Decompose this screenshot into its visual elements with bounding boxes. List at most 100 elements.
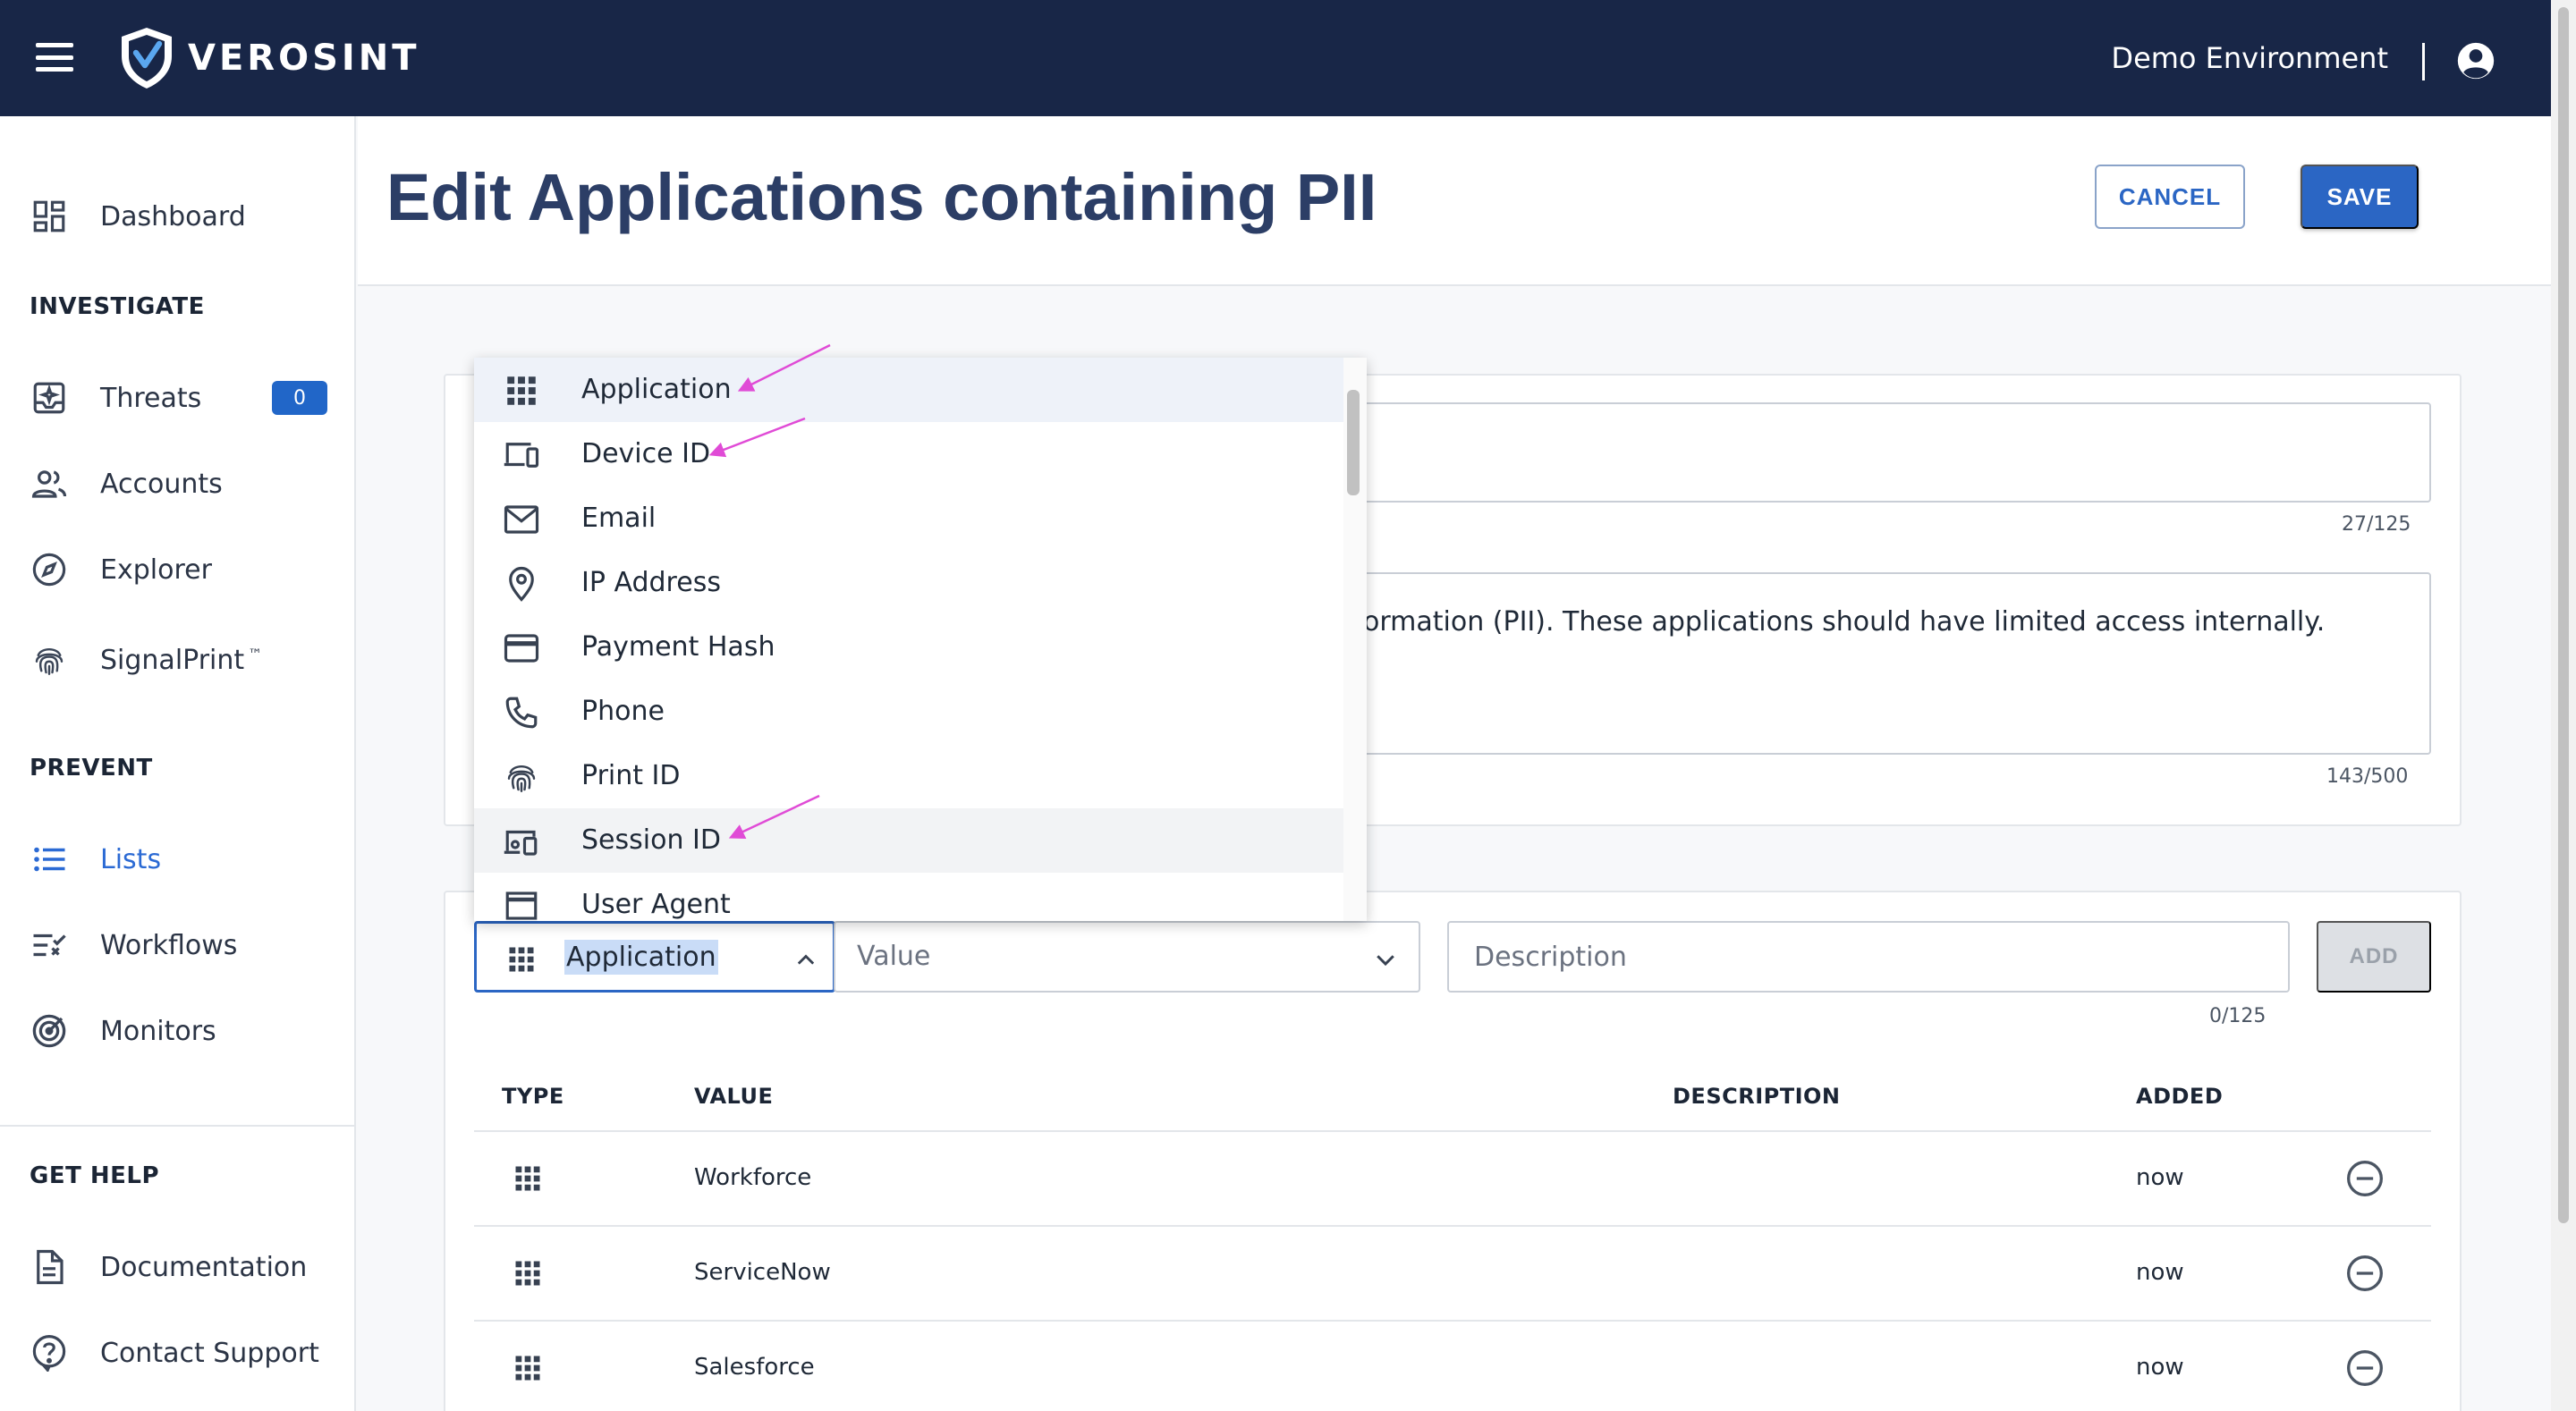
value-placeholder: Value <box>857 941 931 972</box>
page-header: Edit Applications containing PII CANCEL … <box>358 116 2551 286</box>
description-char-count: 143/500 <box>2326 765 2409 788</box>
section-get-help: GET HELP <box>30 1162 160 1189</box>
sidebar-item-contact-support[interactable]: Contact Support <box>0 1317 354 1389</box>
chevron-up-icon[interactable] <box>793 947 818 972</box>
row-divider <box>474 1320 2431 1322</box>
entry-description-count: 0/125 <box>2209 1005 2267 1027</box>
dashboard-icon <box>33 200 65 232</box>
sidebar-item-label: Documentation <box>100 1251 308 1283</box>
signalprint-text: SignalPrint <box>100 644 245 676</box>
column-header-value[interactable]: VALUE <box>694 1084 773 1109</box>
sidebar-item-label: Contact Support <box>100 1337 319 1369</box>
sidebar-item-dashboard[interactable]: Dashboard <box>0 181 354 252</box>
sidebar-item-monitors[interactable]: Monitors <box>0 995 354 1067</box>
sidebar-item-threats[interactable]: Threats 0 <box>0 362 354 434</box>
column-header-added[interactable]: ADDED <box>2136 1084 2223 1109</box>
add-button[interactable]: ADD <box>2317 921 2431 993</box>
remove-circle-icon[interactable] <box>2345 1254 2385 1293</box>
column-header-description[interactable]: DESCRIPTION <box>1673 1084 1841 1109</box>
sidebar-item-lists[interactable]: Lists <box>0 824 354 895</box>
hamburger-menu-icon[interactable] <box>36 43 73 72</box>
cancel-button[interactable]: CANCEL <box>2095 165 2245 229</box>
option-label: Device ID <box>581 438 711 469</box>
column-header-type[interactable]: TYPE <box>502 1084 564 1109</box>
row-added: now <box>2136 1164 2184 1191</box>
table-header-divider <box>474 1130 2431 1132</box>
list-description-field[interactable] <box>1363 572 2431 755</box>
page-scrollbar-thumb[interactable] <box>2558 7 2569 1223</box>
row-value: Workforce <box>694 1164 812 1191</box>
name-char-count: 27/125 <box>2342 513 2411 536</box>
value-select[interactable]: Value <box>834 921 1420 993</box>
dropdown-option-print-id[interactable]: Print ID <box>474 744 1343 808</box>
row-added: now <box>2136 1354 2184 1381</box>
topbar-divider <box>2422 43 2425 80</box>
option-label: Phone <box>581 696 665 727</box>
option-label: User Agent <box>581 889 731 920</box>
option-label: Session ID <box>581 824 721 856</box>
list-icon <box>34 847 65 872</box>
sidebar-item-documentation[interactable]: Documentation <box>0 1231 354 1303</box>
browser-window-icon <box>505 891 538 920</box>
sidebar: Dashboard INVESTIGATE Threats 0 Accounts… <box>0 116 356 1411</box>
type-select[interactable]: Application <box>474 921 835 993</box>
dropdown-option-phone[interactable]: Phone <box>474 680 1343 744</box>
dropdown-option-payment-hash[interactable]: Payment Hash <box>474 615 1343 680</box>
chevron-down-icon[interactable] <box>1372 946 1399 973</box>
document-icon <box>37 1249 64 1285</box>
top-bar: VEROSINT Demo Environment <box>0 0 2551 116</box>
sidebar-item-label: Accounts <box>100 468 223 500</box>
sidebar-item-label: Dashboard <box>100 200 246 232</box>
row-value: ServiceNow <box>694 1259 831 1286</box>
grid-icon <box>503 372 540 410</box>
option-label: Print ID <box>581 760 681 791</box>
accounts-icon <box>31 470 67 498</box>
dropdown-option-device-id[interactable]: Device ID <box>474 422 1343 486</box>
account-avatar-icon[interactable] <box>2456 41 2496 80</box>
credit-card-icon <box>504 634 539 663</box>
sidebar-item-accounts[interactable]: Accounts <box>0 448 354 520</box>
dropdown-option-email[interactable]: Email <box>474 486 1343 551</box>
phone-icon <box>505 697 538 729</box>
sidebar-item-label: Threats <box>100 382 202 414</box>
remove-circle-icon[interactable] <box>2345 1348 2385 1388</box>
section-prevent: PREVENT <box>30 755 153 782</box>
dropdown-option-user-agent[interactable]: User Agent <box>474 873 1343 921</box>
monitors-icon <box>32 1014 66 1048</box>
list-name-field[interactable] <box>1363 402 2431 503</box>
mail-icon <box>504 505 539 534</box>
dropdown-scrollbar-thumb[interactable] <box>1347 390 1360 495</box>
save-button[interactable]: SAVE <box>2301 165 2419 229</box>
sidebar-item-label: Lists <box>100 843 162 875</box>
row-divider <box>474 1225 2431 1227</box>
remove-circle-icon[interactable] <box>2345 1159 2385 1198</box>
threats-icon <box>33 382 65 414</box>
session-devices-icon <box>504 830 538 856</box>
grid-icon <box>512 1257 544 1289</box>
row-value: Salesforce <box>694 1354 815 1381</box>
grid-icon <box>505 943 538 976</box>
sidebar-item-label: Explorer <box>100 553 212 586</box>
dropdown-option-application[interactable]: Application <box>474 358 1343 422</box>
devices-icon <box>504 443 539 468</box>
option-label: Payment Hash <box>581 631 775 663</box>
environment-label[interactable]: Demo Environment <box>2111 41 2388 75</box>
dropdown-option-session-id[interactable]: Session ID <box>474 808 1343 873</box>
sidebar-item-signalprint[interactable]: SignalPrint ™ <box>0 624 354 696</box>
sidebar-divider <box>0 1125 354 1127</box>
option-label: Email <box>581 503 657 534</box>
threats-count-badge: 0 <box>272 381 327 415</box>
section-investigate: INVESTIGATE <box>30 293 205 320</box>
entry-description-input[interactable] <box>1447 921 2290 993</box>
brand-logo[interactable]: VEROSINT <box>118 25 420 91</box>
sidebar-item-workflows[interactable]: Workflows <box>0 909 354 981</box>
type-dropdown-menu: Application Device ID Email IP Address P… <box>474 358 1367 921</box>
shield-logo-icon <box>122 28 172 89</box>
sidebar-item-label: Workflows <box>100 929 238 961</box>
sidebar-item-explorer[interactable]: Explorer <box>0 534 354 605</box>
option-label: Application <box>581 374 732 405</box>
fingerprint-icon <box>35 647 64 675</box>
workflows-icon <box>33 934 66 957</box>
list-description-text: ormation (PII). These applications shoul… <box>1363 606 2326 638</box>
dropdown-option-ip-address[interactable]: IP Address <box>474 551 1343 615</box>
